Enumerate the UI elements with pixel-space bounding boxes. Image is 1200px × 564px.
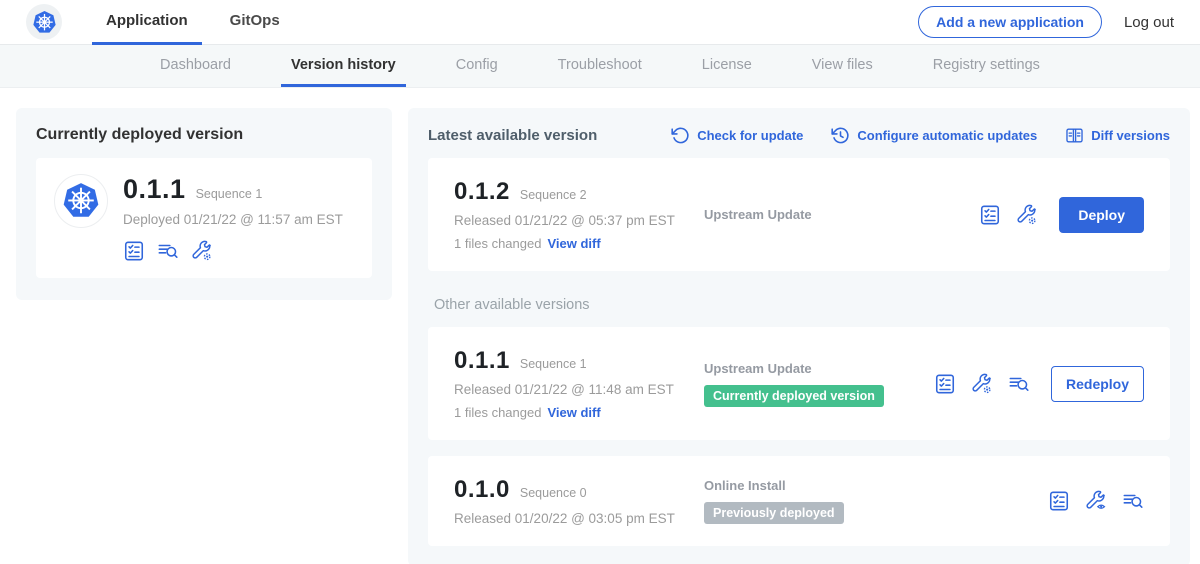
version-number: 0.1.2 [454,178,510,206]
previously-deployed-badge: Previously deployed [704,502,844,524]
preflight-checks-icon[interactable] [979,204,1001,226]
version-number: 0.1.1 [454,347,510,375]
currently-deployed-badge: Currently deployed version [704,385,884,407]
check-for-update-link[interactable]: Check for update [671,126,803,145]
view-diff-link[interactable]: View diff [547,405,600,420]
version-row-0-1-2: 0.1.2 Sequence 2 Released 01/21/22 @ 05:… [428,158,1170,271]
tab-application[interactable]: Application [92,0,202,45]
app-subnav: Dashboard Version history Config Trouble… [0,45,1200,88]
version-row-0-1-1: 0.1.1 Sequence 1 Released 01/21/22 @ 11:… [428,327,1170,440]
edit-config-icon[interactable] [971,373,993,395]
deploy-logs-icon[interactable] [1122,490,1144,512]
deploy-button[interactable]: Deploy [1059,197,1144,233]
preflight-checks-icon[interactable] [123,240,145,262]
currently-deployed-card: Currently deployed version 0.1.1 Sequenc… [16,108,392,300]
subnav-config[interactable]: Config [446,45,508,87]
subnav-registry-settings[interactable]: Registry settings [923,45,1050,87]
version-history-panel: Latest available version Check for updat… [408,108,1190,564]
version-source-label: Upstream Update [704,207,934,222]
main-content: Currently deployed version 0.1.1 Sequenc… [0,88,1200,564]
subnav-troubleshoot[interactable]: Troubleshoot [548,45,652,87]
subnav-dashboard[interactable]: Dashboard [150,45,241,87]
sequence-label: Sequence 2 [520,188,587,202]
view-config-icon[interactable] [1085,490,1107,512]
edit-config-icon[interactable] [1016,204,1038,226]
refresh-icon [671,126,690,145]
update-schedule-icon [831,126,850,145]
diff-versions-label: Diff versions [1091,128,1170,143]
deployed-version-number: 0.1.1 [123,174,186,205]
subnav-version-history[interactable]: Version history [281,45,406,87]
version-source-label: Upstream Update [704,361,934,376]
deploy-logs-icon[interactable] [1008,373,1030,395]
edit-config-icon[interactable] [191,240,213,262]
app-tabs: Application GitOps [92,0,308,45]
configure-automatic-updates-link[interactable]: Configure automatic updates [831,126,1037,145]
released-timestamp: Released 01/20/22 @ 03:05 pm EST [454,511,704,526]
preflight-checks-icon[interactable] [934,373,956,395]
released-timestamp: Released 01/21/22 @ 05:37 pm EST [454,213,704,228]
deploy-logs-icon[interactable] [157,240,179,262]
latest-available-title: Latest available version [428,127,597,144]
view-diff-link[interactable]: View diff [547,236,600,251]
other-available-versions-title: Other available versions [434,297,1170,313]
logout-button[interactable]: Log out [1124,14,1174,31]
check-for-update-label: Check for update [697,128,803,143]
redeploy-button[interactable]: Redeploy [1051,366,1144,402]
sequence-label: Sequence 1 [520,357,587,371]
version-row-0-1-0: 0.1.0 Sequence 0 Released 01/20/22 @ 03:… [428,456,1170,546]
top-header: Application GitOps Add a new application… [0,0,1200,45]
kubernetes-logo [26,4,62,40]
currently-deployed-title: Currently deployed version [36,126,372,144]
subnav-license[interactable]: License [692,45,762,87]
preflight-checks-icon[interactable] [1048,490,1070,512]
subnav-view-files[interactable]: View files [802,45,883,87]
released-timestamp: Released 01/21/22 @ 11:48 am EST [454,382,704,397]
deployed-timestamp: Deployed 01/21/22 @ 11:57 am EST [123,212,343,227]
files-changed-label: 1 files changed [454,236,541,251]
deployed-version-card: 0.1.1 Sequence 1 Deployed 01/21/22 @ 11:… [36,158,372,278]
configure-automatic-updates-label: Configure automatic updates [857,128,1037,143]
diff-versions-link[interactable]: Diff versions [1065,126,1170,145]
deployed-sequence-label: Sequence 1 [196,187,263,201]
version-number: 0.1.0 [454,476,510,504]
app-logo [54,174,108,228]
tab-gitops[interactable]: GitOps [216,0,294,45]
version-source-label: Online Install [704,478,934,493]
diff-icon [1065,126,1084,145]
add-new-application-button[interactable]: Add a new application [918,6,1102,38]
files-changed-label: 1 files changed [454,405,541,420]
sequence-label: Sequence 0 [520,486,587,500]
